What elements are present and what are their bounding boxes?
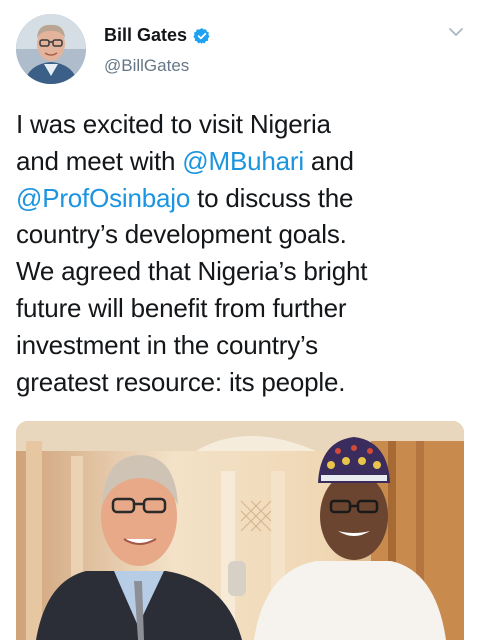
tweet-text-line: investment in the country’s: [16, 327, 466, 364]
tweet-text-line: @ProfOsinbajo to discuss the: [16, 180, 466, 217]
tweet-text-line: future will benefit from further: [16, 290, 466, 327]
tweet-text-line: I was excited to visit Nigeria: [16, 106, 466, 143]
tweet-text-segment: future will benefit from further: [16, 292, 347, 323]
mention-link[interactable]: @ProfOsinbajo: [16, 183, 190, 213]
tweet-text-line: and meet with @MBuhari and: [16, 143, 466, 180]
tweet-text: I was excited to visit Nigeria and meet w…: [16, 106, 466, 400]
tweet-card: Bill Gates @BillGates I was excited to v…: [0, 0, 480, 640]
user-name-row[interactable]: Bill Gates: [104, 25, 211, 46]
avatar-photo: [16, 14, 86, 84]
tweet-text-segment: and: [303, 145, 354, 176]
tweet-text-segment: I was excited to visit Nigeria: [16, 109, 331, 139]
user-name[interactable]: Bill Gates: [104, 25, 187, 46]
tweet-photo[interactable]: [16, 421, 464, 640]
tweet-text-segment: We agreed that Nigeria’s bright: [16, 256, 368, 287]
mention-link[interactable]: @MBuhari: [182, 146, 304, 176]
avatar[interactable]: [16, 14, 86, 84]
user-handle[interactable]: @BillGates: [104, 56, 189, 76]
verified-badge-icon: [193, 27, 210, 44]
tweet-text-segment: greatest resource: its people.: [16, 366, 346, 397]
tweet-text-segment: to discuss the: [190, 182, 354, 213]
tweet-text-segment: investment in the country’s: [16, 329, 318, 360]
tweet-text-line: greatest resource: its people.: [16, 364, 466, 401]
tweet-text-segment: and meet with: [16, 145, 183, 176]
tweet-text-line: country’s development goals.: [16, 216, 466, 253]
tweet-photo-image: [16, 421, 464, 640]
tweet-text-line: We agreed that Nigeria’s bright: [16, 253, 466, 290]
chevron-down-icon[interactable]: [448, 26, 464, 38]
tweet-text-segment: country’s development goals.: [16, 219, 347, 250]
